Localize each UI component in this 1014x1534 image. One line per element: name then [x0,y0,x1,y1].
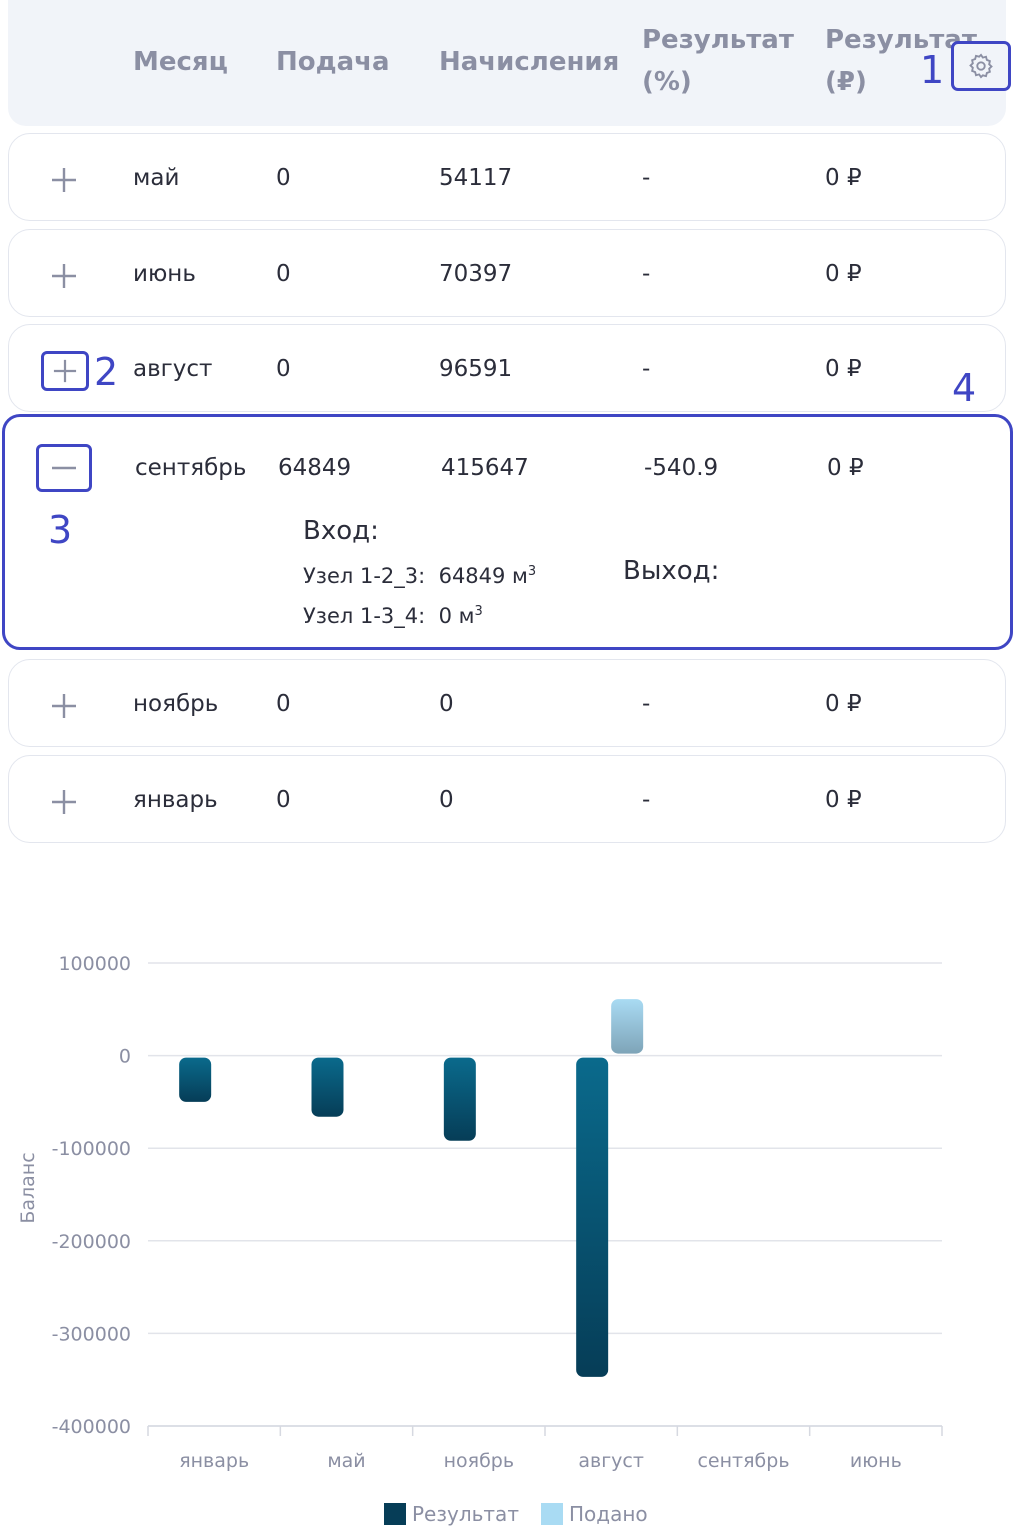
minus-icon [52,466,76,470]
annotation-3: 3 [48,508,73,552]
plus-icon [52,264,76,288]
expand-button[interactable] [40,256,88,296]
legend-item-submitted[interactable]: Подано [540,1502,648,1526]
y-axis-label: Баланс [17,1152,39,1223]
plus-icon [52,790,76,814]
node-value: 64849 м [438,564,528,588]
x-tick-label: июнь [850,1450,902,1472]
cell-result-rub: 0 ₽ [825,787,862,813]
x-tick-label: август [578,1450,644,1472]
cell-result-pct: -540.9 [644,455,719,481]
cell-result-rub: 0 ₽ [825,691,862,717]
balance-chart: 100000 0 -100000 -200000 -300000 -400000 январ… [17,953,943,1472]
table-header: Месяц Подача Начисления Результат (%) Ре… [8,0,1006,126]
legend-item-result[interactable]: Результат [384,1502,519,1526]
cell-supply: 0 [276,261,291,287]
header-accruals: Начисления [439,47,620,77]
cell-month: ноябрь [133,691,219,717]
table-row[interactable]: август 0 96591 - 0 ₽ [8,324,1006,412]
legend-label: Подано [568,1502,648,1526]
cell-accruals: 0 [439,691,454,717]
cell-result-rub: 0 ₽ [825,261,862,287]
unit-superscript: 3 [527,564,537,579]
cell-supply: 0 [276,165,291,191]
annotation-1: 1 [920,48,945,92]
cell-accruals: 70397 [439,261,513,287]
node-value: 0 м [438,604,475,628]
cell-month: январь [133,787,218,813]
cell-accruals: 415647 [441,455,529,481]
cell-accruals: 96591 [439,356,513,382]
y-tick-label: -200000 [52,1231,131,1253]
header-result-rub-line2: (₽) [825,67,867,97]
x-tick-label: май [327,1450,365,1472]
y-tick-label: -400000 [52,1416,131,1438]
input-line: Узел 1-3_4: 0 м3 [303,604,483,628]
settings-button[interactable] [951,41,1011,91]
chart-legend: Результат Подано [384,1502,648,1526]
y-tick-label: 100000 [58,953,131,975]
header-supply: Подача [276,47,390,77]
cell-result-rub: 0 ₽ [825,165,862,191]
table-row[interactable]: июнь 0 70397 - 0 ₽ [8,229,1006,317]
y-tick-label: -100000 [52,1138,131,1160]
legend-swatch [384,1503,406,1525]
cell-result-pct: - [642,691,651,717]
x-tick-label: январь [179,1450,249,1472]
cell-month: сентябрь [135,455,247,481]
x-tick-label: сентябрь [697,1450,789,1472]
legend-swatch [540,1503,563,1525]
bar-result [576,1057,609,1377]
header-result-pct-line1: Результат [642,25,794,55]
cell-result-rub: 0 ₽ [827,455,864,481]
cell-accruals: 0 [439,787,454,813]
bar-result [179,1057,212,1102]
header-month: Месяц [133,47,228,77]
plus-icon [52,168,76,192]
cell-result-pct: - [642,261,651,287]
cell-result-pct: - [642,787,651,813]
legend-label: Результат [412,1502,519,1526]
cell-accruals: 54117 [439,165,513,191]
y-tick-label: -300000 [52,1323,131,1345]
cell-supply: 0 [276,787,291,813]
node-name: Узел 1-3_4: [303,604,426,628]
annotation-4: 4 [952,366,977,410]
output-title: Выход: [623,556,720,586]
table-row[interactable]: май 0 54117 - 0 ₽ [8,133,1006,221]
cell-result-pct: - [642,356,651,382]
cell-month: май [133,165,180,191]
table-row[interactable]: январь 0 0 - 0 ₽ [8,755,1006,843]
y-tick-label: 0 [119,1046,131,1068]
cell-month: август [133,356,213,382]
bar-submitted [611,999,644,1054]
table-row-expanded[interactable]: сентябрь 64849 415647 -540.9 0 ₽ Вход: У… [2,414,1013,650]
input-line: Узел 1-2_3: 64849 м3 [303,564,536,588]
cell-supply: 64849 [278,455,352,481]
cell-result-pct: - [642,165,651,191]
bar-result [443,1057,476,1141]
expand-button[interactable] [41,351,89,391]
input-title: Вход: [303,516,379,546]
expand-button[interactable] [40,686,88,726]
collapse-button[interactable] [36,444,92,492]
expand-button[interactable] [40,160,88,200]
cell-month: июнь [133,261,196,287]
node-name: Узел 1-2_3: [303,564,426,588]
x-tick-label: ноябрь [444,1450,514,1472]
gear-icon [969,53,993,79]
cell-supply: 0 [276,691,291,717]
plus-icon [53,359,77,383]
expand-button[interactable] [40,782,88,822]
cell-result-rub: 0 ₽ [825,356,862,382]
annotation-2: 2 [94,350,119,394]
table-row[interactable]: ноябрь 0 0 - 0 ₽ [8,659,1006,747]
bar-result [311,1057,344,1117]
cell-supply: 0 [276,356,291,382]
header-result-pct-line2: (%) [642,67,692,97]
plus-icon [52,694,76,718]
unit-superscript: 3 [474,604,483,619]
